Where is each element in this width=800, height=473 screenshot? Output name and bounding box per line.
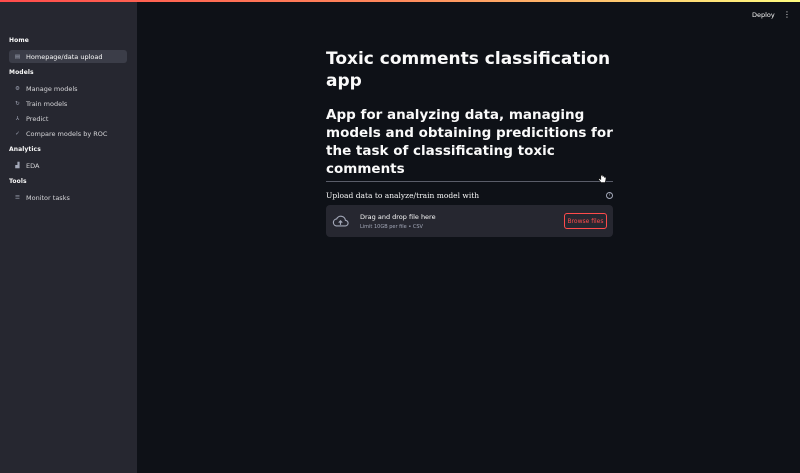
page-title: Toxic comments classification app: [326, 49, 611, 91]
main-content: Toxic comments classification app App fo…: [326, 48, 613, 237]
sidebar-item-eda[interactable]: ▟ EDA: [9, 159, 127, 172]
sidebar-item-label: Train models: [26, 99, 68, 108]
upload-label-row: Upload data to analyze/train model with …: [326, 190, 613, 200]
kebab-menu-icon[interactable]: ⋮: [783, 10, 791, 19]
sidebar-section-home: Home: [9, 37, 29, 44]
sidebar-item-label: Predict: [26, 114, 49, 123]
mouse-pointer-icon: [598, 172, 607, 183]
document-icon: ▤: [14, 53, 21, 60]
chart-icon: ▟: [15, 162, 20, 169]
divider: [326, 181, 613, 182]
refresh-icon: ↻: [15, 100, 20, 107]
sidebar-item-compare-models[interactable]: ✓ Compare models by ROC: [9, 127, 127, 140]
sidebar-item-label: Monitor tasks: [26, 193, 70, 202]
sidebar-section-models: Models: [9, 69, 34, 76]
sidebar-item-label: Homepage/data upload: [26, 52, 103, 61]
dropzone-limit: Limit 10GB per file • CSV: [360, 223, 423, 230]
sidebar-section-tools: Tools: [9, 178, 27, 185]
sidebar-item-manage-models[interactable]: ⚙ Manage models: [9, 82, 127, 95]
file-dropzone[interactable]: Drag and drop file here Limit 10GB per f…: [326, 205, 613, 237]
cloud-upload-icon: [332, 215, 349, 227]
sidebar-item-monitor-tasks[interactable]: ☰ Monitor tasks: [9, 191, 127, 204]
sidebar-item-predict[interactable]: ⅄ Predict: [9, 112, 127, 125]
upload-label: Upload data to analyze/train model with: [326, 190, 480, 200]
page-subtitle: App for analyzing data, managing models …: [326, 107, 613, 177]
check-icon: ✓: [15, 130, 20, 137]
sidebar-item-label: EDA: [26, 161, 40, 170]
network-icon: ⅄: [15, 115, 20, 122]
sidebar-section-analytics: Analytics: [9, 146, 41, 153]
list-icon: ☰: [15, 194, 20, 201]
sidebar: Home ▤ Homepage/data upload Models ⚙ Man…: [0, 2, 137, 473]
browse-files-button[interactable]: Browse files: [564, 213, 607, 229]
deploy-button[interactable]: Deploy: [752, 11, 775, 19]
sidebar-item-train-models[interactable]: ↻ Train models: [9, 97, 127, 110]
gear-icon: ⚙: [15, 85, 20, 92]
dropzone-instruction: Drag and drop file here: [360, 212, 436, 221]
sidebar-item-label: Manage models: [26, 84, 78, 93]
sidebar-item-homepage[interactable]: ▤ Homepage/data upload: [9, 50, 127, 63]
help-icon[interactable]: ?: [606, 191, 613, 199]
sidebar-item-label: Compare models by ROC: [26, 129, 108, 138]
